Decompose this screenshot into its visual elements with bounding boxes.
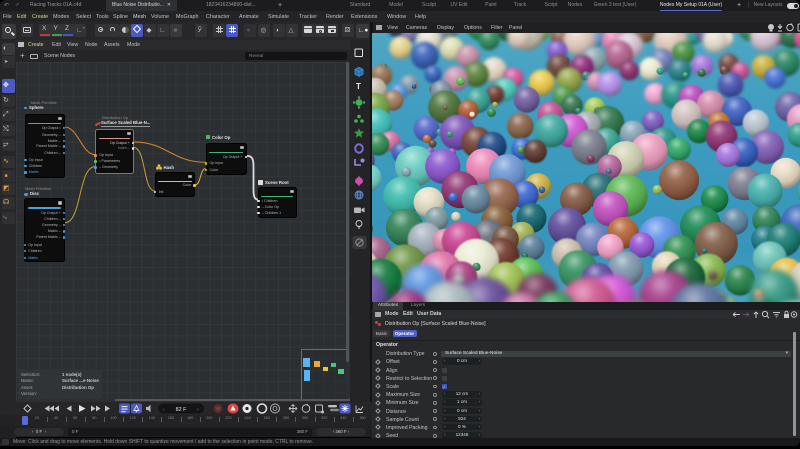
svg-text:T: T [356,82,361,91]
svg-text:82 F: 82 F [176,407,187,413]
